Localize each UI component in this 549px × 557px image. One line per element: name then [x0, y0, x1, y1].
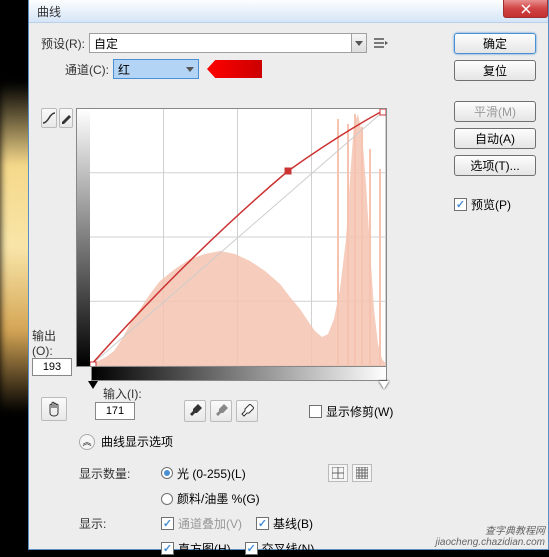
intersection-label: 交叉线(N) — [262, 540, 315, 557]
curve-icon — [42, 112, 56, 124]
eyedropper-icon — [188, 404, 202, 418]
pencil-icon — [60, 112, 72, 124]
grid-detailed-button[interactable] — [352, 464, 372, 482]
preview-checkbox[interactable] — [454, 198, 467, 211]
show-amount-label: 显示数量: — [79, 465, 143, 482]
collapse-icon: ︽ — [79, 434, 95, 450]
channel-label: 通道(C): — [65, 61, 109, 78]
eyedropper-icon — [214, 404, 228, 418]
curve-tool-button[interactable] — [41, 108, 57, 128]
output-label: 输出(O): — [32, 327, 72, 358]
display-options-label: 曲线显示选项 — [101, 433, 173, 450]
pigment-label: 颜料/油墨 %(G) — [177, 490, 260, 507]
preview-label: 预览(P) — [471, 196, 511, 213]
preset-select[interactable]: 自定 — [89, 33, 367, 53]
pencil-tool-button[interactable] — [59, 108, 73, 128]
smooth-button[interactable]: 平滑(M) — [454, 101, 536, 122]
hand-icon — [46, 401, 62, 417]
dropdown-icon — [351, 34, 366, 52]
preset-menu-button[interactable] — [373, 35, 389, 51]
options-button[interactable]: 选项(T)... — [454, 155, 536, 176]
input-input[interactable] — [95, 402, 135, 420]
grid-icon — [356, 467, 368, 479]
curve-line[interactable] — [90, 109, 386, 366]
grid-icon — [332, 467, 344, 479]
chevron-down-icon — [186, 67, 194, 72]
baseline-label: 基线(B) — [273, 515, 313, 532]
gray-eyedropper[interactable] — [210, 400, 232, 422]
dialog-title: 曲线 — [37, 3, 61, 20]
display-options-toggle[interactable]: ︽ 曲线显示选项 — [79, 433, 372, 450]
arrow-annotation — [207, 60, 262, 78]
eyedropper-icon — [240, 404, 254, 418]
show-clip-label: 显示修剪(W) — [326, 403, 393, 420]
ok-button[interactable]: 确定 — [454, 33, 536, 54]
titlebar[interactable]: 曲线 — [29, 0, 548, 23]
watermark: 查字典教程网 jiaocheng.chazidian.com — [435, 522, 545, 548]
black-eyedropper[interactable] — [184, 400, 206, 422]
intersection-checkbox[interactable] — [245, 542, 258, 555]
preset-label: 预设(R): — [41, 35, 85, 52]
channel-value: 红 — [118, 61, 130, 78]
grid-simple-button[interactable] — [328, 464, 348, 482]
close-icon — [521, 4, 531, 14]
light-label: 光 (0-255)(L) — [177, 465, 246, 482]
curves-graph[interactable] — [76, 108, 387, 367]
preset-value: 自定 — [94, 35, 118, 52]
input-label: 输入(I): — [103, 385, 142, 402]
baseline-checkbox[interactable] — [256, 517, 269, 530]
white-point-slider[interactable] — [379, 381, 389, 389]
pigment-radio[interactable] — [161, 493, 173, 505]
hand-tool-button[interactable] — [41, 397, 67, 421]
input-gradient — [91, 367, 387, 381]
output-input[interactable] — [32, 358, 72, 376]
curves-dialog: 曲线 预设(R): 自定 通道(C): 红 — [28, 0, 549, 550]
channel-select[interactable]: 红 — [113, 59, 199, 79]
light-radio[interactable] — [161, 467, 173, 479]
auto-button[interactable]: 自动(A) — [454, 128, 536, 149]
channel-overlay-label: 通道叠加(V) — [178, 515, 242, 532]
reset-button[interactable]: 复位 — [454, 60, 536, 81]
white-eyedropper[interactable] — [236, 400, 258, 422]
histogram-checkbox[interactable] — [161, 542, 174, 555]
show-label: 显示: — [79, 515, 143, 532]
close-button[interactable] — [503, 0, 548, 18]
channel-overlay-checkbox[interactable] — [161, 517, 174, 530]
show-clip-checkbox[interactable] — [309, 405, 322, 418]
histogram-label: 直方图(H) — [178, 540, 231, 557]
output-gradient — [77, 109, 90, 366]
